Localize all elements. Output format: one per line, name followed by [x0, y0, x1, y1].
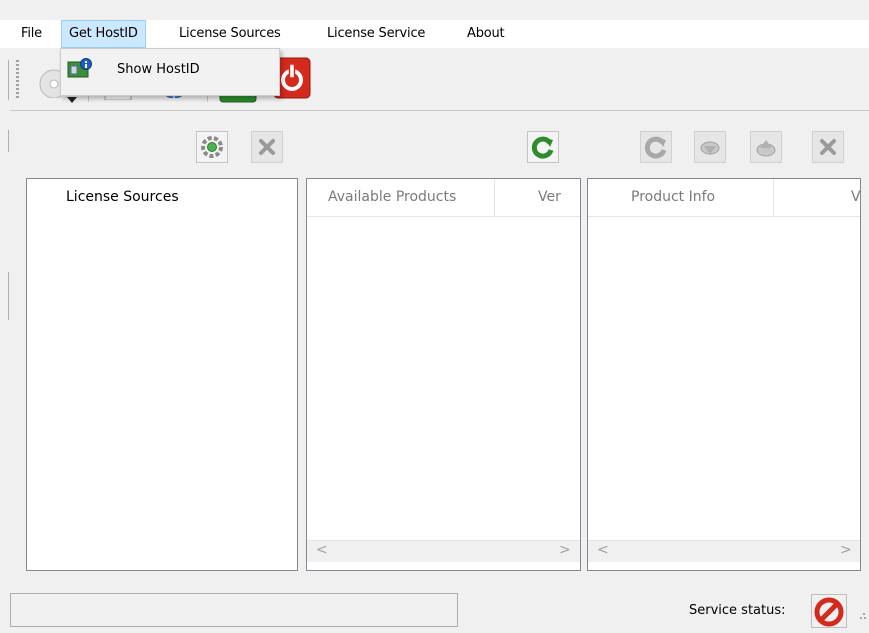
column-version[interactable]: Ver: [538, 189, 580, 205]
horizontal-scrollbar[interactable]: < >: [307, 540, 580, 562]
product-info-panel[interactable]: Product Info V < >: [587, 178, 861, 571]
remove-info-button[interactable]: [812, 131, 844, 163]
left-edge-marker: [8, 130, 9, 152]
refresh-products-button[interactable]: [527, 131, 559, 163]
service-status-label: Service status:: [689, 603, 786, 618]
column-product-info[interactable]: Product Info: [631, 189, 715, 205]
license-sources-panel[interactable]: License Sources: [26, 178, 298, 571]
scroll-left-arrow[interactable]: <: [597, 542, 609, 558]
status-message-box: [10, 593, 458, 627]
service-status-indicator: [811, 594, 847, 628]
hostid-icon: [67, 58, 93, 84]
menu-about[interactable]: About: [460, 20, 511, 48]
available-products-panel[interactable]: Available Products Ver < >: [306, 178, 581, 571]
menu-license-sources[interactable]: License Sources: [172, 20, 288, 48]
column-available-products[interactable]: Available Products: [328, 189, 456, 205]
menu-file[interactable]: File: [14, 20, 49, 48]
horizontal-scrollbar[interactable]: < >: [588, 540, 860, 562]
column-divider[interactable]: [494, 179, 495, 217]
scroll-left-arrow[interactable]: <: [316, 542, 328, 558]
left-edge-marker: [8, 272, 9, 320]
menu-bar: File Get HostID License Sources License …: [0, 20, 869, 48]
toolbar-grip[interactable]: [16, 60, 19, 100]
dropdown-item-label: Show HostID: [117, 62, 200, 77]
left-edge-marker: [8, 60, 9, 100]
download-button[interactable]: [694, 131, 726, 163]
add-source-button[interactable]: [196, 131, 228, 163]
scroll-right-arrow[interactable]: >: [559, 542, 571, 558]
dropdown-item-show-hostid[interactable]: Show HostID: [65, 54, 275, 88]
scroll-right-arrow[interactable]: >: [840, 542, 852, 558]
menu-license-service[interactable]: License Service: [320, 20, 432, 48]
get-hostid-dropdown: Show HostID: [60, 48, 280, 96]
license-sources-header: License Sources: [66, 189, 179, 205]
refresh-info-button[interactable]: [640, 131, 672, 163]
remove-source-button[interactable]: [251, 131, 283, 163]
info-header-row: [588, 179, 860, 217]
chevron-down-icon[interactable]: [66, 94, 78, 109]
menu-get-hostid[interactable]: Get HostID: [61, 20, 146, 48]
column-divider[interactable]: [773, 179, 774, 217]
column-value[interactable]: V: [851, 189, 860, 205]
upload-button[interactable]: [750, 131, 782, 163]
